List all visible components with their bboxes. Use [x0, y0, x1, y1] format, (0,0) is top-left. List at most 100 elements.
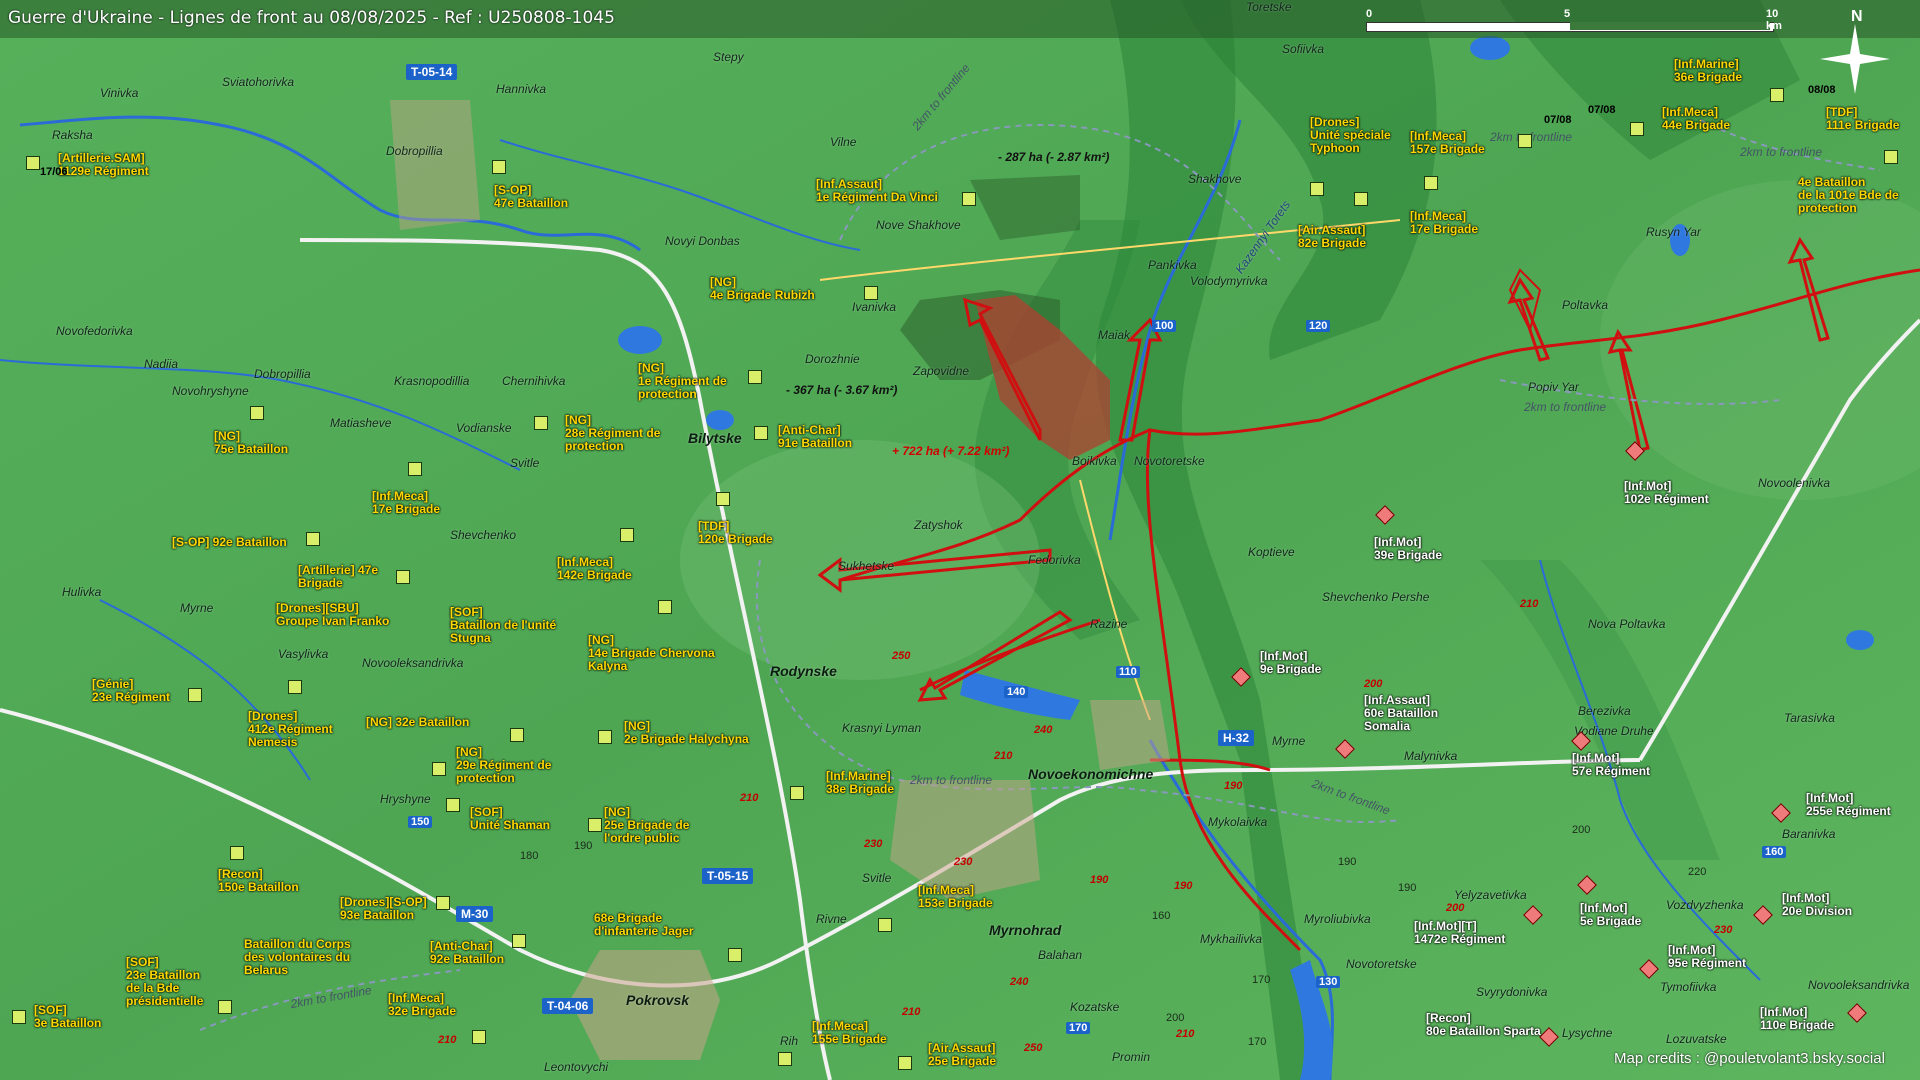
friendly-unit-icon[interactable]	[716, 492, 730, 506]
friendly-unit-icon[interactable]	[658, 600, 672, 614]
friendly-unit-icon[interactable]	[306, 532, 320, 546]
friendly-unit-icon[interactable]	[534, 416, 548, 430]
friendly-unit-label[interactable]: 68e Brigade d'infanterie Jager	[594, 912, 694, 938]
friendly-unit-label[interactable]: [Drones] Unité spéciale Typhoon	[1310, 116, 1391, 155]
enemy-unit-label[interactable]: [Inf.Mot] 9e Brigade	[1260, 650, 1321, 676]
friendly-unit-label[interactable]: [SOF] 23e Bataillon de la Bde présidenti…	[126, 956, 203, 1008]
friendly-unit-label[interactable]: [NG] 75e Bataillon	[214, 430, 288, 456]
friendly-unit-icon[interactable]	[748, 370, 762, 384]
friendly-unit-label[interactable]: [S-OP] 47e Bataillon	[494, 184, 568, 210]
friendly-unit-icon[interactable]	[446, 798, 460, 812]
friendly-unit-icon[interactable]	[472, 1030, 486, 1044]
friendly-unit-icon[interactable]	[188, 688, 202, 702]
friendly-unit-label[interactable]: [NG] 32e Bataillon	[366, 716, 469, 729]
friendly-unit-icon[interactable]	[432, 762, 446, 776]
friendly-unit-label[interactable]: [Génie] 23e Régiment	[92, 678, 170, 704]
friendly-unit-label[interactable]: [Air.Assaut] 25e Brigade	[928, 1042, 996, 1068]
friendly-unit-icon[interactable]	[492, 160, 506, 174]
friendly-unit-icon[interactable]	[620, 528, 634, 542]
friendly-unit-label[interactable]: [NG] 25e Brigade de l'ordre public	[604, 806, 689, 845]
friendly-unit-label[interactable]: [TDF] 111e Brigade	[1826, 106, 1899, 132]
friendly-unit-icon[interactable]	[898, 1056, 912, 1070]
friendly-unit-label[interactable]: [Recon] 150e Bataillon	[218, 868, 299, 894]
friendly-unit-label[interactable]: [Inf.Meca] 153e Brigade	[918, 884, 993, 910]
enemy-unit-label[interactable]: [Inf.Mot] 39e Brigade	[1374, 536, 1442, 562]
place-label: Svitle	[510, 456, 540, 470]
friendly-unit-label[interactable]: [S-OP] 92e Bataillon	[172, 536, 287, 549]
friendly-unit-label[interactable]: [TDF] 120e Brigade	[698, 520, 773, 546]
friendly-unit-label[interactable]: [Artillerie.SAM] 1129e Régiment	[58, 152, 149, 178]
friendly-unit-icon[interactable]	[288, 680, 302, 694]
friendly-unit-label[interactable]: [Drones][SBU] Groupe Ivan Franko	[276, 602, 389, 628]
friendly-unit-label[interactable]: 4e Bataillon de la 101e Bde de protectio…	[1798, 176, 1899, 215]
friendly-unit-label[interactable]: [NG] 4e Brigade Rubizh	[710, 276, 815, 302]
friendly-unit-label[interactable]: [Inf.Marine] 38e Brigade	[826, 770, 894, 796]
friendly-unit-label[interactable]: [Anti-Char] 91e Bataillon	[778, 424, 852, 450]
friendly-unit-icon[interactable]	[396, 570, 410, 584]
friendly-unit-label[interactable]: [Inf.Meca] 32e Brigade	[388, 992, 456, 1018]
enemy-unit-label[interactable]: [Inf.Mot] 5e Brigade	[1580, 902, 1641, 928]
friendly-unit-icon[interactable]	[1310, 182, 1324, 196]
friendly-unit-icon[interactable]	[12, 1010, 26, 1024]
friendly-unit-icon[interactable]	[778, 1052, 792, 1066]
friendly-unit-icon[interactable]	[250, 406, 264, 420]
enemy-unit-label[interactable]: [Inf.Mot][T] 1472e Régiment	[1414, 920, 1505, 946]
friendly-unit-label[interactable]: [Inf.Meca] 44e Brigade	[1662, 106, 1730, 132]
enemy-unit-label[interactable]: [Recon] 80e Bataillon Sparta	[1426, 1012, 1541, 1038]
friendly-unit-icon[interactable]	[754, 426, 768, 440]
friendly-unit-icon[interactable]	[1770, 88, 1784, 102]
friendly-unit-label[interactable]: Bataillon du Corps des volontaires du Be…	[244, 938, 351, 977]
friendly-unit-icon[interactable]	[510, 728, 524, 742]
friendly-unit-label[interactable]: [Inf.Assaut] 1e Régiment Da Vinci	[816, 178, 938, 204]
friendly-unit-label[interactable]: [NG] 29e Régiment de protection	[456, 746, 551, 785]
friendly-unit-icon[interactable]	[436, 896, 450, 910]
place-label: Dobropillia	[386, 144, 443, 158]
friendly-unit-label[interactable]: [SOF] 3e Bataillon	[34, 1004, 101, 1030]
friendly-unit-label[interactable]: [Drones][S-OP] 93e Bataillon	[340, 896, 427, 922]
friendly-unit-icon[interactable]	[1424, 176, 1438, 190]
enemy-unit-label[interactable]: [Inf.Mot] 20e Division	[1782, 892, 1852, 918]
friendly-unit-label[interactable]: [Anti-Char] 92e Bataillon	[430, 940, 504, 966]
friendly-unit-icon[interactable]	[408, 462, 422, 476]
friendly-unit-label[interactable]: [NG] 14e Brigade Chervona Kalyna	[588, 634, 715, 673]
friendly-unit-label[interactable]: [Inf.Meca] 17e Brigade	[372, 490, 440, 516]
friendly-unit-icon[interactable]	[218, 1000, 232, 1014]
friendly-unit-icon[interactable]	[728, 948, 742, 962]
enemy-unit-label[interactable]: [Inf.Mot] 57e Régiment	[1572, 752, 1650, 778]
place-label: Vodianske	[456, 421, 512, 435]
enemy-unit-label[interactable]: [Inf.Mot] 255e Régiment	[1806, 792, 1891, 818]
friendly-unit-icon[interactable]	[864, 286, 878, 300]
friendly-unit-label[interactable]: [Inf.Marine] 36e Brigade	[1674, 58, 1742, 84]
friendly-unit-icon[interactable]	[230, 846, 244, 860]
friendly-unit-label[interactable]: [Inf.Meca] 155e Brigade	[812, 1020, 887, 1046]
friendly-unit-label[interactable]: [Inf.Meca] 157e Brigade	[1410, 130, 1485, 156]
friendly-unit-icon[interactable]	[512, 934, 526, 948]
friendly-unit-label[interactable]: [NG] 1e Régiment de protection	[638, 362, 727, 401]
friendly-unit-label[interactable]: [Inf.Meca] 142e Brigade	[557, 556, 632, 582]
friendly-unit-icon[interactable]	[1884, 150, 1898, 164]
friendly-unit-label[interactable]: [NG] 28e Régiment de protection	[565, 414, 660, 453]
friendly-unit-label[interactable]: [NG] 2e Brigade Halychyna	[624, 720, 749, 746]
place-label: Myrne	[1272, 734, 1306, 748]
friendly-unit-label[interactable]: [SOF] Unité Shaman	[470, 806, 550, 832]
friendly-unit-icon[interactable]	[962, 192, 976, 206]
friendly-unit-icon[interactable]	[1518, 134, 1532, 148]
enemy-unit-label[interactable]: [Inf.Mot] 102e Régiment	[1624, 480, 1709, 506]
place-label: Mykhailivka	[1200, 932, 1263, 946]
enemy-unit-label[interactable]: [Inf.Assaut] 60e Bataillon Somalia	[1364, 694, 1438, 733]
map-canvas[interactable]: Guerre d'Ukraine - Lignes de front au 08…	[0, 0, 1920, 1080]
friendly-unit-icon[interactable]	[26, 156, 40, 170]
friendly-unit-label[interactable]: [Drones] 412e Régiment Nemesis	[248, 710, 333, 749]
friendly-unit-label[interactable]: [Inf.Meca] 17e Brigade	[1410, 210, 1478, 236]
friendly-unit-icon[interactable]	[588, 818, 602, 832]
enemy-unit-label[interactable]: [Inf.Mot] 110e Brigade	[1760, 1006, 1834, 1032]
friendly-unit-label[interactable]: [Artillerie] 47e Brigade	[298, 564, 378, 590]
friendly-unit-icon[interactable]	[790, 786, 804, 800]
enemy-unit-label[interactable]: [Inf.Mot] 95e Régiment	[1668, 944, 1746, 970]
friendly-unit-icon[interactable]	[1630, 122, 1644, 136]
friendly-unit-icon[interactable]	[1354, 192, 1368, 206]
friendly-unit-icon[interactable]	[878, 918, 892, 932]
friendly-unit-icon[interactable]	[598, 730, 612, 744]
friendly-unit-label[interactable]: [SOF] Bataillon de l'unité Stugna	[450, 606, 556, 645]
friendly-unit-label[interactable]: [Air.Assaut] 82e Brigade	[1298, 224, 1366, 250]
